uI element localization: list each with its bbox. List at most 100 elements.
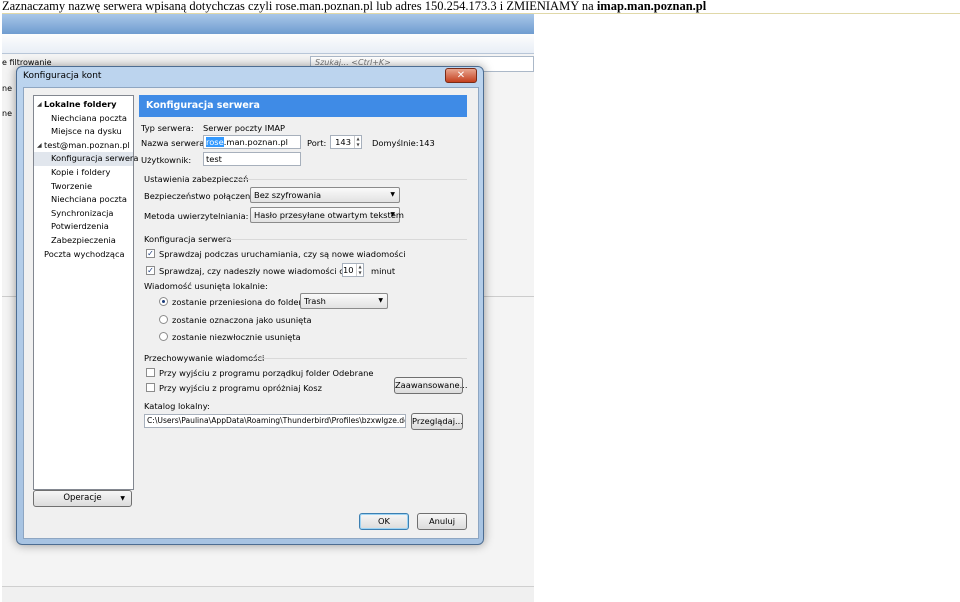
- server-type-label: Typ serwera:: [141, 123, 194, 133]
- check-every-label: Sprawdzaj, czy nadeszły nowe wiadomości …: [159, 266, 349, 276]
- default-port-value: 143: [419, 138, 435, 148]
- tree-item[interactable]: Tworzenie: [34, 180, 133, 194]
- tree-item[interactable]: Niechciana poczta: [34, 112, 133, 126]
- tree-item-label: Tworzenie: [51, 180, 93, 191]
- account-settings-dialog: Konfiguracja kont ✕ ◢ Lokalne foldery Niec…: [16, 66, 484, 545]
- caption-text: Zaznaczamy nazwę serwera wpisaną dotychc…: [2, 0, 594, 13]
- close-button[interactable]: ✕: [445, 68, 477, 83]
- tree-item-label: Konfiguracja serwera: [51, 153, 139, 164]
- background-titlebar: [2, 14, 534, 34]
- chevron-down-icon: ▼: [120, 495, 125, 502]
- tree-item-label: Niechciana poczta: [51, 194, 127, 205]
- connection-security-select[interactable]: Bez szyfrowania ▼: [250, 187, 400, 203]
- trash-folder-select[interactable]: Trash ▼: [300, 293, 388, 309]
- dialog-body: ◢ Lokalne foldery Niechciana poczta Miejsce…: [23, 87, 479, 539]
- tree-item-label: Synchronizacja: [51, 207, 114, 218]
- spinner-icon[interactable]: ▲ ▼: [356, 264, 363, 276]
- tree-item-label: Niechciana poczta: [51, 112, 127, 123]
- local-directory-input[interactable]: C:\Users\Paulina\AppData\Roaming\Thunder…: [144, 414, 406, 428]
- expander-icon[interactable]: ◢: [37, 139, 42, 153]
- caption-bold: imap.man.poznan.pl: [596, 0, 707, 13]
- tree-item-label: Zabezpieczenia: [51, 234, 116, 245]
- tree-item[interactable]: Synchronizacja: [34, 207, 133, 221]
- expander-icon[interactable]: ◢: [37, 98, 42, 112]
- server-type-value: Serwer poczty IMAP: [203, 123, 286, 133]
- chevron-down-icon: ▼: [378, 297, 383, 304]
- minutes-label: minut: [371, 266, 396, 276]
- operations-label: Operacje: [63, 493, 102, 503]
- background-statusbar: [2, 586, 534, 602]
- dialog-title: Konfiguracja kont: [23, 71, 102, 81]
- chevron-down-icon: ▼: [390, 211, 395, 218]
- spinner-icon[interactable]: ▲ ▼: [354, 136, 361, 148]
- auth-method-value: Hasło przesyłane otwartym tekstem: [254, 210, 404, 220]
- auth-method-label: Metoda uwierzytelniania:: [144, 211, 249, 221]
- tree-item-label: Potwierdzenia: [51, 221, 109, 232]
- check-startup-checkbox[interactable]: ✓: [146, 249, 155, 258]
- default-port-label: Domyślnie:: [372, 138, 419, 148]
- connection-security-label: Bezpieczeństwo połączenia:: [144, 191, 261, 201]
- check-every-checkbox[interactable]: ✓: [146, 266, 155, 275]
- group-divider: [234, 179, 467, 180]
- port-value: 143: [335, 137, 351, 147]
- port-label: Port:: [307, 138, 327, 148]
- empty-trash-checkbox[interactable]: [146, 383, 155, 392]
- radio-delete-label: zostanie niezwłocznie usunięta: [172, 332, 301, 342]
- connection-security-value: Bez szyfrowania: [254, 190, 322, 200]
- background-side-text: ne: [2, 84, 12, 93]
- storage-group-title: Przechowywanie wiadomości: [144, 353, 265, 363]
- tree-item[interactable]: ◢ Lokalne foldery: [34, 98, 133, 112]
- close-icon: ✕: [456, 70, 466, 81]
- background-divider: [480, 296, 534, 297]
- tree-item[interactable]: Kopie i foldery: [34, 166, 133, 180]
- tree-item[interactable]: Konfiguracja serwera: [34, 152, 138, 166]
- radio-mark-deleted[interactable]: [159, 315, 168, 324]
- port-input[interactable]: 143 ▲ ▼: [330, 135, 362, 149]
- tree-item[interactable]: Niechciana poczta: [34, 193, 133, 207]
- cleanup-inbox-checkbox[interactable]: [146, 368, 155, 377]
- tree-item[interactable]: Zabezpieczenia: [34, 234, 133, 248]
- tree-item-label: Lokalne foldery: [44, 99, 117, 109]
- empty-trash-label: Przy wyjściu z programu opróżniaj Kosz: [159, 383, 322, 393]
- server-name-selection: rose: [206, 137, 224, 147]
- security-group-title: Ustawienia zabezpieczeń: [144, 174, 249, 184]
- server-name-rest: .man.poznan.pl: [223, 137, 288, 147]
- advanced-button[interactable]: Zaawansowane...: [394, 377, 468, 394]
- auth-method-select[interactable]: Hasło przesyłane otwartym tekstem ▼: [250, 207, 404, 223]
- tree-item-label: test@man.poznan.pl: [44, 139, 130, 150]
- tree-item[interactable]: Miejsce na dysku: [34, 125, 133, 139]
- server-group-title: Konfiguracja serwera: [144, 234, 232, 244]
- tree-item[interactable]: Potwierdzenia: [34, 220, 133, 234]
- local-directory-label: Katalog lokalny:: [144, 401, 210, 411]
- tree-item[interactable]: ◢ test@man.poznan.pl: [34, 139, 133, 153]
- background-toolbar: [2, 34, 534, 54]
- server-name-label: Nazwa serwera:: [141, 138, 208, 148]
- server-name-input[interactable]: rose.man.poznan.pl: [203, 135, 301, 149]
- minutes-value: 10: [343, 265, 354, 275]
- tree-item[interactable]: Poczta wychodząca: [34, 248, 133, 262]
- panel-title: Konfiguracja serwera: [139, 95, 467, 117]
- radio-move-label: zostanie przeniesiona do folderu:: [172, 297, 311, 307]
- radio-move-to-folder[interactable]: [159, 297, 168, 306]
- operations-button[interactable]: Operacje ▼: [33, 490, 132, 507]
- trash-folder-value: Trash: [304, 296, 326, 306]
- user-input[interactable]: test: [203, 152, 301, 166]
- radio-mark-label: zostanie oznaczona jako usunięta: [172, 315, 312, 325]
- tree-item-label: Miejsce na dysku: [51, 126, 122, 137]
- cancel-button[interactable]: Anuluj: [417, 513, 467, 530]
- group-divider: [224, 239, 467, 240]
- chevron-down-icon: ▼: [390, 191, 395, 198]
- cleanup-inbox-label: Przy wyjściu z programu porządkuj folder…: [159, 368, 374, 378]
- group-divider: [252, 358, 467, 359]
- radio-delete-now[interactable]: [159, 332, 168, 341]
- caption: Zaznaczamy nazwę serwera wpisaną dotychc…: [2, 0, 960, 14]
- minutes-input[interactable]: 10 ▲ ▼: [342, 263, 364, 277]
- user-label: Użytkownik:: [141, 155, 192, 165]
- tree-item-label: Poczta wychodząca: [44, 248, 125, 259]
- account-tree[interactable]: ◢ Lokalne foldery Niechciana poczta Miejsce…: [33, 95, 138, 490]
- ok-button[interactable]: OK: [359, 513, 409, 530]
- browse-button[interactable]: Przeglądaj...: [411, 413, 463, 430]
- check-startup-label: Sprawdzaj podczas uruchamiania, czy są n…: [159, 249, 406, 259]
- background-side-text: ne: [2, 109, 12, 118]
- tree-item-label: Kopie i foldery: [51, 166, 111, 177]
